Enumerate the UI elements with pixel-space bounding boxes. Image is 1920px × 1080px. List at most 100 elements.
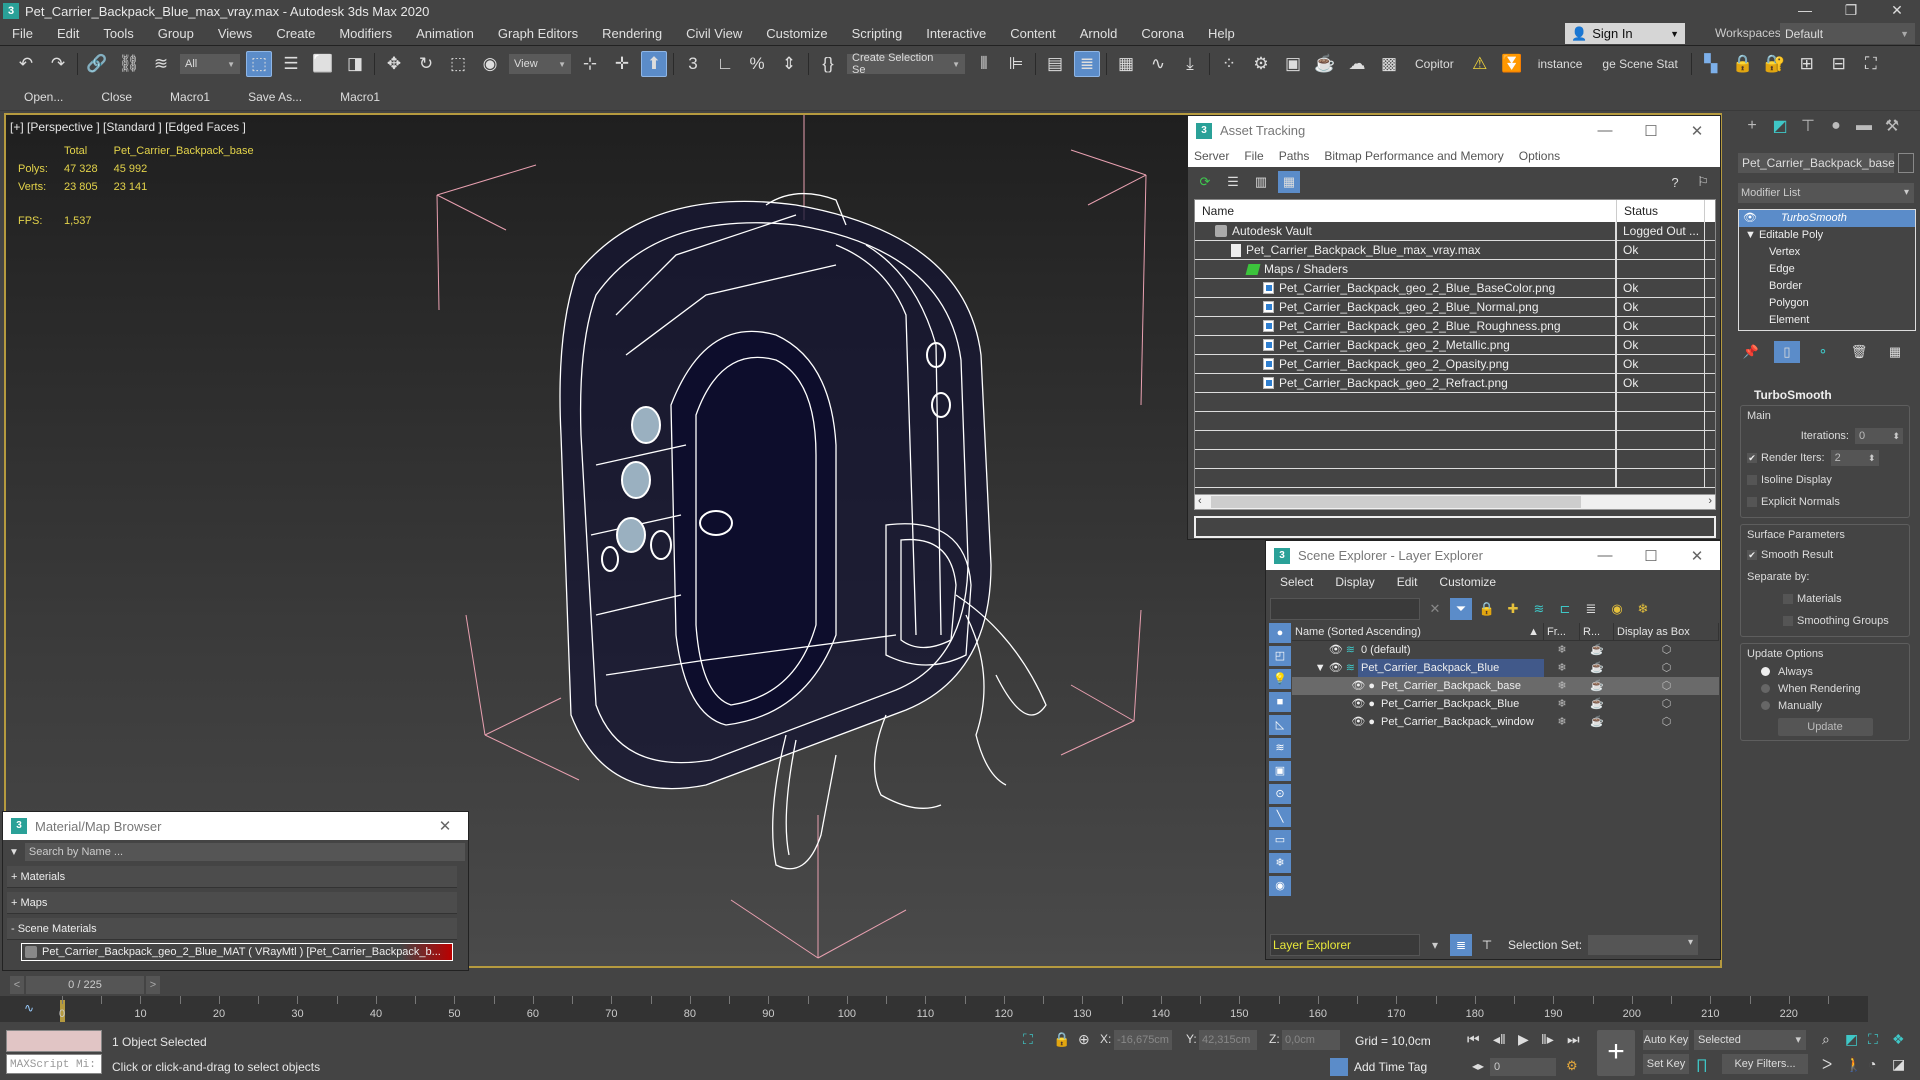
cameras-filter-icon[interactable]: ■ — [1269, 692, 1291, 712]
layer-tree-name[interactable]: Pet_Carrier_Backpack_window — [1378, 713, 1544, 731]
select-by-name-icon[interactable]: ☰ — [278, 51, 304, 77]
schematic-view-icon[interactable]: ⁘ — [1216, 51, 1242, 77]
display-as-box-icon[interactable]: ⬡ — [1614, 695, 1719, 713]
select-manipulate-icon[interactable]: ✛ — [609, 51, 635, 77]
zoom-extents-all-icon[interactable]: ❖ — [1892, 1031, 1905, 1048]
menu-group[interactable]: Group — [146, 26, 206, 41]
options-triangle-icon[interactable]: ▼ — [9, 847, 19, 858]
renderable-teapot-icon[interactable]: ☕ — [1580, 695, 1614, 713]
se-menu-customize[interactable]: Customize — [1439, 575, 1496, 589]
time-slider[interactable]: < 0 / 225 > — [10, 976, 160, 994]
menu-help[interactable]: Help — [1196, 26, 1247, 41]
menu-graph-editors[interactable]: Graph Editors — [486, 26, 590, 41]
asset-row[interactable]: Autodesk Vault Logged Out ... — [1195, 222, 1715, 241]
menu-civil-view[interactable]: Civil View — [674, 26, 754, 41]
always-radio[interactable] — [1761, 667, 1770, 676]
menu-corona[interactable]: Corona — [1129, 26, 1196, 41]
se-menu-select[interactable]: Select — [1280, 575, 1313, 589]
zoom-all-icon[interactable]: ◩ — [1845, 1031, 1858, 1048]
scene-search-input[interactable] — [1270, 598, 1420, 620]
selection-set-dropdown[interactable] — [1588, 935, 1699, 955]
horizontal-scrollbar[interactable]: ‹ › — [1194, 494, 1716, 510]
layout-lock-blue-icon[interactable]: 🔐 — [1762, 51, 1788, 77]
renderable-teapot-icon[interactable]: ☕ — [1580, 659, 1614, 677]
restore-button[interactable]: ❐ — [1828, 0, 1874, 22]
menu-create[interactable]: Create — [264, 26, 327, 41]
material-search-input[interactable]: Search by Name ... — [24, 843, 465, 861]
eye-icon[interactable]: 👁 — [1743, 210, 1757, 227]
remove-modifier-icon[interactable]: 🗑 — [1846, 341, 1872, 363]
maximize-viewport-icon[interactable]: ⛶ — [1858, 51, 1884, 77]
render-iters-spinner[interactable]: 2 — [1830, 450, 1879, 466]
isoline-checkbox[interactable] — [1747, 475, 1757, 485]
tree-view-icon[interactable]: ▥ — [1250, 171, 1272, 193]
maxscript-listener-output[interactable] — [6, 1030, 102, 1052]
selection-lock-icon[interactable]: 🔒 — [1053, 1031, 1070, 1048]
freeze-icon[interactable]: ❄ — [1544, 713, 1580, 731]
asset-row[interactable]: Pet_Carrier_Backpack_geo_2_Blue_Roughnes… — [1195, 317, 1715, 336]
layer-tree-row[interactable]: 👁 ● Pet_Carrier_Backpack_base ❄ ☕ ⬡ — [1292, 677, 1719, 695]
smoothing-groups-checkbox[interactable] — [1783, 616, 1793, 626]
at-menu-server[interactable]: Server — [1194, 149, 1229, 163]
pivot-center-icon[interactable]: ⊹ — [577, 51, 603, 77]
go-to-end-icon[interactable]: ⏭ — [1567, 1031, 1580, 1048]
column-frozen[interactable]: Fr... — [1544, 623, 1580, 640]
set-key-button[interactable]: Set Key — [1643, 1054, 1689, 1074]
expand-arrow-icon[interactable]: ▼ — [1745, 229, 1759, 241]
layer-mode-icon[interactable]: ≣ — [1450, 934, 1472, 956]
angle-snap-icon[interactable]: ∟ — [712, 51, 738, 77]
render-setup-icon[interactable]: ⚙ — [1248, 51, 1274, 77]
render-cloud-icon[interactable]: ☁ — [1344, 51, 1370, 77]
add-to-layer-icon[interactable]: ≋ — [1528, 598, 1550, 620]
layer-tree-row[interactable]: 👁 ● Pet_Carrier_Backpack_Blue ❄ ☕ ⬡ — [1292, 695, 1719, 713]
make-unique-icon[interactable]: ⚬ — [1810, 341, 1836, 363]
hierarchy-tab-icon[interactable]: ⊤ — [1794, 116, 1822, 136]
highlight-icon[interactable]: ⚐ — [1692, 171, 1714, 193]
menu-customize[interactable]: Customize — [754, 26, 839, 41]
remove-viewport-icon[interactable]: ⊟ — [1826, 51, 1852, 77]
field-of-view-icon[interactable]: ᐳ — [1822, 1056, 1832, 1073]
at-menu-options[interactable]: Options — [1519, 149, 1560, 163]
create-tab-icon[interactable]: + — [1738, 117, 1766, 135]
menu-arnold[interactable]: Arnold — [1068, 26, 1130, 41]
asset-row[interactable]: Pet_Carrier_Backpack_geo_2_Opasity.png Ok — [1195, 355, 1715, 374]
scroll-right-icon[interactable]: › — [1708, 495, 1712, 507]
ribbon-icon[interactable]: ▦ — [1113, 51, 1139, 77]
stack-item-edge[interactable]: Edge — [1739, 261, 1915, 278]
menu-tools[interactable]: Tools — [91, 26, 145, 41]
layer-tree-row[interactable]: ▼ 👁 ≋ Pet_Carrier_Backpack_Blue ❄ ☕ ⬡ — [1292, 659, 1719, 677]
se-menu-display[interactable]: Display — [1335, 575, 1374, 589]
key-filters-button[interactable]: Key Filters... — [1722, 1054, 1808, 1074]
window-crossing-icon[interactable]: ◨ — [342, 51, 368, 77]
column-display-as-box[interactable]: Display as Box — [1614, 623, 1719, 640]
macro-macro1[interactable]: Macro1 — [170, 90, 210, 104]
material-browser-titlebar[interactable]: 3 Material/Map Browser ✕ — [3, 812, 468, 840]
at-menu-bitmap-performance[interactable]: Bitmap Performance and Memory — [1324, 149, 1503, 163]
scale-icon[interactable]: ⬚ — [445, 51, 471, 77]
layer-tree-row[interactable]: 👁 ≋ 0 (default) ❄ ☕ ⬡ — [1292, 641, 1719, 659]
renderable-teapot-icon[interactable]: ☕ — [1580, 641, 1614, 659]
bind-space-warp-icon[interactable]: ≋ — [148, 51, 174, 77]
rectangular-selection-icon[interactable]: ⬜ — [310, 51, 336, 77]
hide-layers-icon[interactable]: ◉ — [1606, 598, 1628, 620]
object-name-field[interactable]: Pet_Carrier_Backpack_base — [1738, 153, 1895, 173]
column-renderable[interactable]: R... — [1580, 623, 1614, 640]
stack-item-element[interactable]: Element — [1739, 312, 1915, 329]
help-icon[interactable]: ? — [1664, 171, 1686, 193]
key-mode-dropdown[interactable]: Selected — [1694, 1030, 1806, 1050]
named-selection-dropdown[interactable]: Create Selection Se ▼ — [847, 52, 965, 76]
stack-item-border[interactable]: Border — [1739, 278, 1915, 295]
sign-in-button[interactable]: 👤 Sign In ▼ — [1565, 23, 1685, 44]
keyboard-shortcut-override-icon[interactable]: ⬆ — [641, 51, 667, 77]
menu-views[interactable]: Views — [206, 26, 264, 41]
freeze-layers-icon[interactable]: ❄ — [1632, 598, 1654, 620]
walk-through-icon[interactable]: 🚶 — [1845, 1056, 1862, 1073]
expand-arrow-icon[interactable]: ▼ — [1315, 662, 1329, 674]
geometry-filter-icon[interactable]: ● — [1269, 623, 1291, 643]
scrollbar-thumb[interactable] — [1211, 496, 1581, 508]
configure-modifier-sets-icon[interactable]: ▦ — [1882, 341, 1908, 363]
macro-open[interactable]: Open... — [24, 90, 63, 104]
visibility-eye-icon[interactable]: 👁 — [1351, 680, 1365, 692]
refresh-icon[interactable]: ⟳ — [1194, 171, 1216, 193]
x-coordinate-field[interactable]: -16,675cm — [1114, 1030, 1172, 1050]
